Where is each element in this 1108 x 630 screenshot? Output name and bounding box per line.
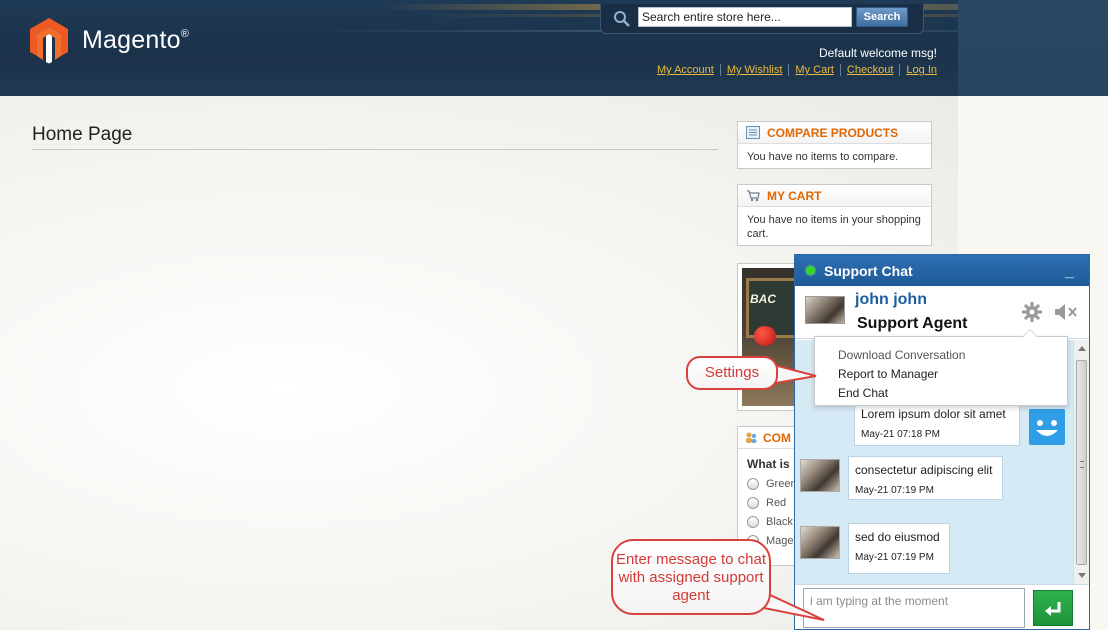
user-avatar-icon xyxy=(1029,409,1065,445)
site-header: Magento® Search Default welcome msg! My … xyxy=(0,0,1108,96)
chat-header[interactable]: Support Chat _ xyxy=(795,255,1089,286)
download-conversation-item[interactable]: Download Conversation xyxy=(838,347,1067,366)
scrollbar-thumb[interactable] xyxy=(1076,360,1087,565)
settings-callout: Settings xyxy=(686,356,778,390)
end-chat-item[interactable]: End Chat xyxy=(838,385,1067,404)
poll-option[interactable]: Red xyxy=(747,497,796,509)
my-cart-link[interactable]: My Cart xyxy=(789,64,841,76)
chat-title: Support Chat xyxy=(824,262,913,279)
welcome-message: Default welcome msg! xyxy=(818,46,937,60)
chat-message-agent: consectetur adipiscing elit May-21 07:19… xyxy=(848,456,1003,500)
chat-message-input[interactable] xyxy=(803,588,1025,628)
poll-option-label: Green xyxy=(766,478,797,490)
checkout-link[interactable]: Checkout xyxy=(841,64,901,76)
search-icon[interactable] xyxy=(613,10,631,28)
message-text: Lorem ipsum dolor sit amet xyxy=(861,407,1006,421)
report-to-manager-item[interactable]: Report to Manager xyxy=(838,366,1067,385)
poll-option-label: Mage xyxy=(766,535,794,547)
agent-info-bar: john john Support Agent xyxy=(795,286,1089,339)
poll-title: COM xyxy=(763,430,791,445)
my-cart-header: MY CART xyxy=(738,185,931,207)
account-links: My Account My Wishlist My Cart Checkout … xyxy=(651,64,937,76)
compare-products-block: COMPARE PRODUCTS You have no items to co… xyxy=(737,121,932,169)
promo-text: BAC xyxy=(750,292,776,306)
radio-button[interactable] xyxy=(747,497,759,509)
message-time: May-21 07:19 PM xyxy=(855,485,934,496)
login-link[interactable]: Log In xyxy=(900,64,937,76)
compare-products-body: You have no items to compare. xyxy=(747,151,899,163)
radio-button[interactable] xyxy=(747,478,759,490)
page-title: Home Page xyxy=(32,124,718,150)
message-time: May-21 07:18 PM xyxy=(861,429,940,440)
community-icon xyxy=(746,432,757,443)
send-button[interactable] xyxy=(1033,590,1073,626)
agent-message-avatar xyxy=(800,459,840,492)
apple-graphic xyxy=(754,326,776,346)
chat-message-user: Lorem ipsum dolor sit amet May-21 07:18 … xyxy=(854,402,1020,446)
minimize-button[interactable]: _ xyxy=(1065,264,1077,280)
poll-option[interactable]: Green xyxy=(747,478,796,490)
chat-input-area xyxy=(795,584,1089,629)
agent-role: Support Agent xyxy=(857,315,968,332)
settings-dropdown: Download Conversation Report to Manager … xyxy=(814,329,1068,406)
chat-scrollbar[interactable] xyxy=(1073,340,1089,584)
mute-sound-icon[interactable] xyxy=(1053,301,1079,323)
poll-option-label: Red xyxy=(766,497,787,509)
scrollbar-grip xyxy=(1080,461,1084,468)
support-chat-widget: Support Chat _ john john Support Agent L… xyxy=(794,254,1090,630)
scroll-up-icon[interactable] xyxy=(1078,346,1086,351)
message-text: sed do eiusmod xyxy=(855,530,940,544)
my-cart-block: MY CART You have no items in your shoppi… xyxy=(737,184,932,246)
my-account-link[interactable]: My Account xyxy=(651,64,721,76)
my-cart-body: You have no items in your shopping cart. xyxy=(747,214,921,240)
logo-text: Magento® xyxy=(82,25,190,54)
message-time: May-21 07:19 PM xyxy=(855,552,934,563)
radio-button[interactable] xyxy=(747,516,759,528)
poll-header: COM xyxy=(738,427,796,449)
chat-message-agent: sed do eiusmod May-21 07:19 PM xyxy=(848,523,950,574)
agent-message-avatar xyxy=(800,526,840,559)
search-button[interactable]: Search xyxy=(856,7,908,27)
scroll-down-icon[interactable] xyxy=(1078,573,1086,578)
magento-logo-icon xyxy=(28,16,70,64)
poll-question: What is xyxy=(747,457,790,471)
my-cart-title: MY CART xyxy=(767,188,822,203)
agent-avatar xyxy=(805,296,845,324)
magento-logo[interactable]: Magento® xyxy=(28,16,189,64)
settings-gear-icon[interactable] xyxy=(1021,301,1043,323)
poll-option[interactable]: Black xyxy=(747,516,796,528)
cart-icon xyxy=(746,189,760,202)
compare-products-header: COMPARE PRODUCTS xyxy=(738,122,931,144)
poll-option-label: Black xyxy=(766,516,793,528)
message-text: consectetur adipiscing elit xyxy=(855,463,993,477)
compare-list-icon xyxy=(746,126,760,139)
online-status-icon xyxy=(806,266,815,275)
agent-name: john john xyxy=(855,291,927,308)
enter-message-callout: Enter message to chat with assigned supp… xyxy=(611,539,771,615)
search-bar: Search xyxy=(600,4,924,34)
header-right-panel xyxy=(958,0,1108,96)
my-wishlist-link[interactable]: My Wishlist xyxy=(721,64,790,76)
search-input[interactable] xyxy=(638,7,852,27)
compare-products-title: COMPARE PRODUCTS xyxy=(767,125,899,140)
enter-icon xyxy=(1045,602,1061,616)
